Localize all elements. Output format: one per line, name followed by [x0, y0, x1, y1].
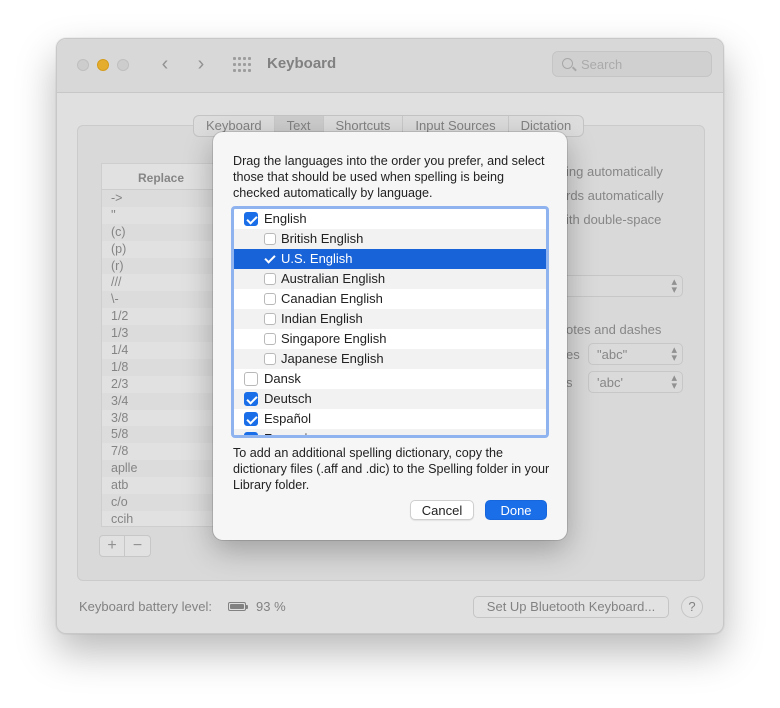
language-label: Canadian English	[281, 291, 383, 306]
replace-rows: -> '' (c) (p) (r)///\- 1/2 1/3 1/4 1/8 2/3 3/4 3/8 5…	[102, 190, 220, 526]
search-placeholder: Search	[581, 57, 623, 72]
language-row[interactable]: U.S. English	[234, 249, 546, 269]
search-field[interactable]: Search	[552, 51, 712, 77]
single-quotes-popup[interactable]: 'abc' ▴ ▾	[588, 371, 683, 393]
language-label: Japanese English	[281, 351, 384, 366]
option-add-period[interactable]: ith double-space	[566, 212, 661, 227]
add-button[interactable]: +	[100, 536, 126, 556]
table-row[interactable]: aplle	[102, 460, 220, 478]
battery-icon	[228, 602, 248, 611]
language-checkbox[interactable]	[264, 353, 276, 365]
add-remove-group: + −	[99, 535, 151, 557]
language-list[interactable]: English British English U.S. English Austra…	[231, 206, 549, 438]
popup-chevron-icon: ▴ ▾	[671, 372, 677, 392]
search-icon	[562, 58, 573, 69]
language-row[interactable]: Deutsch	[234, 389, 546, 409]
spelling-languages-sheet: Drag the languages into the order you pr…	[213, 132, 567, 540]
show-all-grid-icon[interactable]	[233, 57, 251, 73]
table-row[interactable]: 3/4	[102, 392, 220, 410]
table-row[interactable]: atb	[102, 477, 220, 494]
language-label: Dansk	[264, 371, 301, 386]
done-button[interactable]: Done	[485, 500, 547, 520]
double-quotes-label: es	[566, 347, 580, 362]
replace-column-header[interactable]: Replace	[102, 164, 220, 190]
language-checkbox[interactable]	[264, 253, 276, 265]
zoom-window-button[interactable]	[117, 59, 129, 71]
language-label: Français	[264, 431, 314, 435]
language-label: Australian English	[281, 271, 386, 286]
table-row[interactable]: 7/8	[102, 443, 220, 460]
language-label: U.S. English	[281, 251, 353, 266]
table-row[interactable]: (r)	[102, 257, 220, 275]
language-row[interactable]: Dansk	[234, 369, 546, 389]
language-row[interactable]: Canadian English	[234, 289, 546, 309]
language-label: Español	[264, 411, 311, 426]
battery-level-label: Keyboard battery level:	[79, 599, 212, 614]
language-row[interactable]: English	[234, 209, 546, 229]
smart-quotes-label[interactable]: otes and dashes	[566, 322, 661, 337]
language-checkbox[interactable]	[264, 333, 276, 345]
language-checkbox[interactable]	[264, 293, 276, 305]
popup-chevron-icon: ▴ ▾	[671, 276, 677, 296]
table-row[interactable]: 1/2	[102, 308, 220, 325]
sheet-dictionary-note: To add an additional spelling dictionary…	[233, 446, 550, 492]
table-row[interactable]: c/o	[102, 494, 220, 511]
language-row[interactable]: Singapore English	[234, 329, 546, 349]
language-row[interactable]: Japanese English	[234, 349, 546, 369]
window-title: Keyboard	[267, 55, 337, 72]
back-chevron-icon[interactable]: ‹	[153, 53, 177, 77]
language-checkbox[interactable]	[264, 233, 276, 245]
table-row[interactable]: \-	[102, 291, 220, 309]
help-button[interactable]: ?	[681, 596, 703, 618]
battery-percentage: 93 %	[256, 599, 286, 614]
language-label: Indian English	[281, 311, 363, 326]
language-label: English	[264, 211, 307, 226]
single-quotes-value: 'abc'	[597, 375, 623, 390]
cancel-button[interactable]: Cancel	[410, 500, 474, 520]
minimize-window-button[interactable]	[97, 59, 109, 71]
sheet-instructions: Drag the languages into the order you pr…	[233, 154, 545, 200]
option-capitalize-words[interactable]: rds automatically	[566, 188, 664, 203]
language-row[interactable]: Indian English	[234, 309, 546, 329]
table-row[interactable]: 1/3	[102, 325, 220, 343]
language-label: British English	[281, 231, 364, 246]
language-checkbox[interactable]	[264, 273, 276, 285]
double-quotes-value: "abc"	[597, 347, 628, 362]
table-row[interactable]: ->	[102, 190, 220, 207]
language-checkbox[interactable]	[264, 313, 276, 325]
language-checkbox[interactable]	[244, 432, 258, 435]
table-row[interactable]: ''	[102, 207, 220, 224]
table-row[interactable]: 1/4	[102, 342, 220, 359]
table-row[interactable]: 1/8	[102, 358, 220, 376]
double-quotes-popup[interactable]: "abc" ▴ ▾	[588, 343, 683, 365]
language-list-content: English British English U.S. English Austra…	[234, 209, 546, 435]
table-row[interactable]: 3/8	[102, 410, 220, 427]
text-replacement-table[interactable]: Replace -> '' (c) (p) (r)///\- 1/2 1/3 1/4 1/8 2/…	[101, 163, 221, 527]
title-bar: ‹ › Keyboard Search	[57, 39, 723, 93]
language-checkbox[interactable]	[244, 212, 258, 226]
language-label: Deutsch	[264, 391, 312, 406]
language-row[interactable]: Español	[234, 409, 546, 429]
table-row[interactable]: ///	[102, 274, 220, 291]
popup-chevron-icon: ▴ ▾	[671, 344, 677, 364]
language-checkbox[interactable]	[244, 392, 258, 406]
language-row[interactable]: British English	[234, 229, 546, 249]
language-label: Singapore English	[281, 331, 387, 346]
language-checkbox[interactable]	[244, 412, 258, 426]
table-row[interactable]: 5/8	[102, 426, 220, 444]
table-row[interactable]: (p)	[102, 241, 220, 258]
close-window-button[interactable]	[77, 59, 89, 71]
forward-chevron-icon[interactable]: ›	[189, 53, 213, 77]
setup-bluetooth-keyboard-button[interactable]: Set Up Bluetooth Keyboard...	[473, 596, 669, 618]
table-row[interactable]: ccih	[102, 511, 220, 526]
language-row[interactable]: Australian English	[234, 269, 546, 289]
table-row[interactable]: (c)	[102, 223, 220, 241]
language-checkbox[interactable]	[244, 372, 258, 386]
remove-button[interactable]: −	[125, 536, 150, 556]
option-correct-spelling[interactable]: ing automatically	[566, 164, 663, 179]
language-row[interactable]: Français	[234, 429, 546, 435]
table-row[interactable]: 2/3	[102, 376, 220, 393]
spelling-popup[interactable]: ▴ ▾	[557, 275, 683, 297]
